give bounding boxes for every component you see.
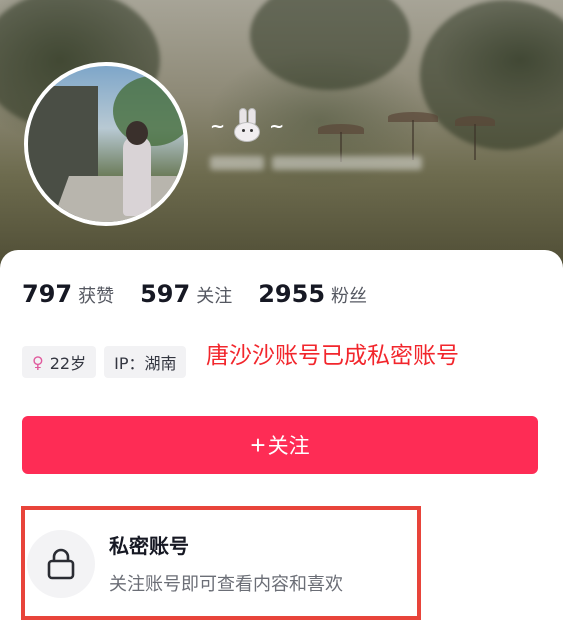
private-account-title: 私密账号 [109, 534, 189, 558]
ip-tag: IP：湖南 [104, 346, 187, 378]
private-account-subtitle: 关注账号即可查看内容和喜欢 [109, 574, 343, 595]
lock-icon-container [27, 530, 95, 598]
lock-icon [47, 548, 75, 580]
female-icon: ♀ [32, 352, 44, 372]
stat-value: 597 [140, 280, 191, 308]
age-tag: ♀ 22岁 [22, 346, 97, 378]
plus-icon: + [250, 430, 266, 460]
age-label: 22岁 [49, 354, 87, 373]
name-prefix: ~ [210, 115, 226, 137]
background-pole [474, 124, 476, 160]
name-suffix: ~ [269, 115, 285, 137]
blurred-account-id [210, 156, 422, 170]
avatar-photo-head [126, 121, 148, 145]
background-pole [412, 120, 414, 160]
follow-button[interactable]: + 关注 [22, 416, 538, 474]
rabbit-icon [229, 108, 265, 144]
stat-value: 797 [22, 280, 73, 308]
avatar[interactable] [24, 62, 188, 226]
follow-button-label: 关注 [267, 435, 310, 458]
avatar-photo-person [123, 136, 151, 216]
stat-value: 2955 [258, 280, 326, 308]
stat-label: 获赞 [78, 286, 115, 307]
profile-stats: 797 获赞 597 关注 2955 粉丝 [22, 280, 367, 308]
avatar-photo-path [47, 176, 184, 222]
stat-followers[interactable]: 2955 粉丝 [258, 280, 367, 308]
stat-label: 关注 [196, 286, 233, 307]
stat-likes[interactable]: 797 获赞 [22, 280, 114, 308]
stat-following[interactable]: 597 关注 [140, 280, 232, 308]
stat-label: 粉丝 [331, 286, 368, 307]
profile-name: ~ ~ [210, 108, 284, 144]
background-tree [250, 0, 410, 90]
annotation-text: 唐沙沙账号已成私密账号 [206, 343, 459, 369]
profile-tags: ♀ 22岁 IP：湖南 [22, 346, 187, 378]
ip-label: IP：湖南 [114, 354, 177, 373]
background-tree [420, 0, 563, 150]
private-account-notice: 私密账号 关注账号即可查看内容和喜欢 [21, 506, 421, 620]
avatar-photo-foliage [113, 76, 184, 146]
